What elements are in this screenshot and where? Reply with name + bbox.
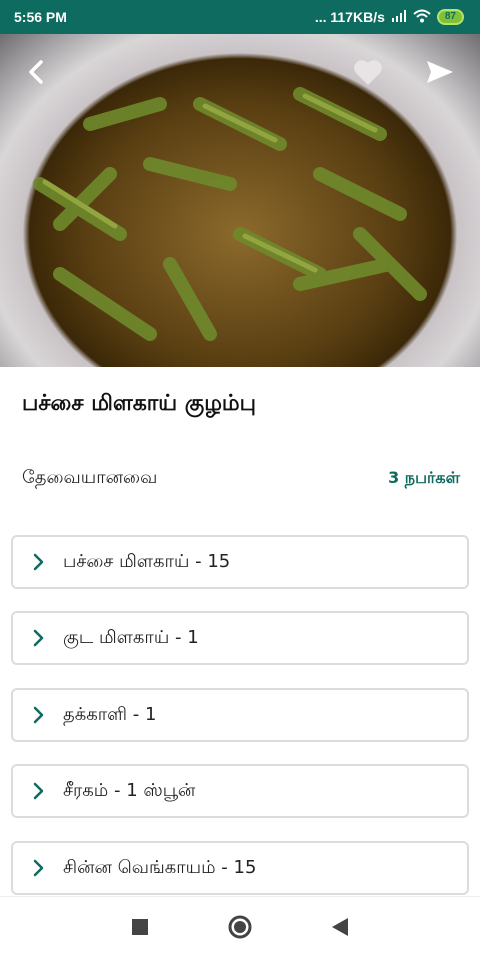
ingredient-text: குட மிளகாய் - 1 — [63, 626, 199, 648]
status-time: 5:56 PM — [14, 9, 67, 25]
system-nav-bar — [0, 896, 480, 961]
ingredient-item[interactable]: தக்காளி - 1 — [11, 688, 469, 742]
recipe-title: பச்சை மிளகாய் குழம்பு — [22, 391, 257, 416]
servings-count[interactable]: 3 நபர்கள் — [388, 468, 460, 489]
circle-icon — [228, 915, 252, 939]
ingredient-item[interactable]: குட மிளகாய் - 1 — [11, 611, 469, 665]
favorite-button[interactable] — [348, 52, 388, 92]
ingredient-item[interactable]: பச்சை மிளகாய் - 15 — [11, 535, 469, 589]
chevron-right-icon — [13, 706, 63, 724]
ingredient-text: தக்காளி - 1 — [63, 703, 157, 725]
chili-curry-illustration — [33, 87, 427, 341]
ingredient-text: பச்சை மிளகாய் - 15 — [63, 550, 231, 572]
heart-icon — [354, 60, 382, 85]
send-icon — [427, 61, 453, 83]
square-icon — [132, 919, 148, 935]
chevron-right-icon — [13, 553, 63, 571]
signal-icon — [391, 9, 407, 25]
share-button[interactable] — [420, 52, 460, 92]
back-nav-button[interactable] — [331, 917, 349, 941]
recents-button[interactable] — [131, 918, 149, 940]
chevron-left-icon — [29, 60, 43, 84]
ingredient-text: சீரகம் - 1 ஸ்பூன் — [63, 779, 196, 801]
ingredient-text: சின்ன வெங்காயம் - 15 — [63, 856, 257, 878]
status-bar: 5:56 PM ... 117KB/s 87 — [0, 0, 480, 34]
ingredient-item[interactable]: சீரகம் - 1 ஸ்பூன் — [11, 764, 469, 818]
chevron-right-icon — [13, 859, 63, 877]
requirements-label: தேவையானவை — [22, 467, 158, 488]
wifi-icon — [413, 9, 431, 26]
requirements-row: தேவையானவை 3 நபர்கள் — [22, 467, 460, 490]
status-indicators: ... 117KB/s 87 — [315, 9, 464, 26]
ingredient-item[interactable]: சின்ன வெங்காயம் - 15 — [11, 841, 469, 895]
chevron-right-icon — [13, 782, 63, 800]
back-button[interactable] — [16, 52, 56, 92]
network-speed: ... 117KB/s — [314, 9, 385, 25]
home-button[interactable] — [227, 914, 253, 944]
chevron-right-icon — [13, 629, 63, 647]
battery-icon: 87 — [436, 9, 464, 25]
triangle-back-icon — [332, 918, 348, 936]
recipe-image — [0, 34, 480, 367]
